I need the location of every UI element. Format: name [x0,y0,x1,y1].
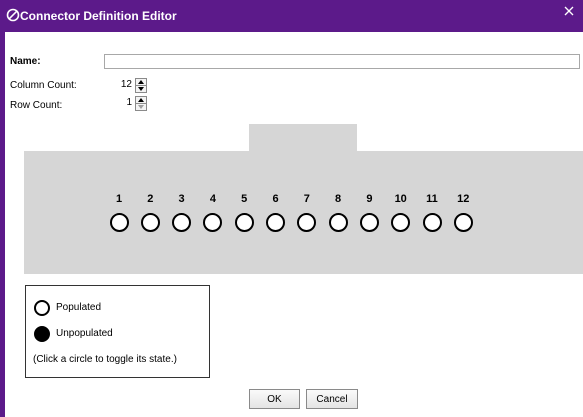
arrow-up-icon [138,80,144,84]
pin-circle[interactable] [328,213,348,232]
arrow-up-icon [138,98,144,102]
arrow-down-icon [138,105,144,109]
legend-box: Populated Unpopulated (Click a circle to… [25,285,210,378]
pin-circle[interactable] [140,213,160,232]
close-icon[interactable] [562,4,576,18]
pin-number-label: 6 [272,193,279,205]
arrow-down-icon [138,87,144,91]
row-count-spin-buttons [135,96,147,111]
pin-circle[interactable] [172,213,192,232]
column-count-decrement-button[interactable] [136,86,146,92]
legend-populated-label: Populated [56,302,102,313]
pin-number-label: 2 [147,193,154,205]
pin-number-label: 8 [335,193,342,205]
row-count-value[interactable]: 1 [104,95,134,111]
prohibited-circle-icon [6,8,20,22]
pin-number-label: 9 [366,193,373,205]
populated-circle-icon [34,300,50,316]
row-count-increment-button[interactable] [136,97,146,104]
row-count-decrement-button[interactable] [136,104,146,110]
pin-circle[interactable] [266,213,285,232]
pin-number-label: 12 [457,193,470,205]
pin-number-label: 11 [426,193,438,205]
pin-number-label: 5 [241,193,248,205]
pin-circle[interactable] [422,213,442,232]
window-left-border [0,32,5,417]
column-count-value[interactable]: 12 [104,77,134,93]
pin-circle[interactable] [453,213,473,232]
pin-circle[interactable] [359,213,379,232]
name-field[interactable] [104,54,580,69]
pin-circle[interactable] [109,213,129,232]
pin-number-label: 7 [303,193,310,205]
pin-number-label: 3 [178,193,185,205]
title-bar: Connector Definition Editor [0,0,583,32]
row-count-label: Row Count: [10,100,63,111]
legend-unpopulated-label: Unpopulated [56,328,113,339]
legend-instruction: (Click a circle to toggle its state.) [33,354,177,365]
ok-button[interactable]: OK [249,389,300,409]
row-count-stepper[interactable]: 1 [104,95,147,111]
connector-key-tab [249,124,357,152]
column-count-stepper[interactable]: 12 [104,77,147,93]
pin-number-label: 10 [394,193,407,205]
connector-definition-editor-window: Connector Definition Editor Name: Column… [0,0,583,417]
column-count-spin-buttons [135,78,147,93]
column-count-increment-button[interactable] [136,79,146,86]
pin-number-label: 1 [115,193,123,205]
window-title: Connector Definition Editor [20,9,177,23]
column-count-label: Column Count: [10,80,77,91]
name-label: Name: [10,56,41,67]
pin-number-label: 4 [209,193,216,205]
unpopulated-circle-icon [34,326,50,342]
pin-circle[interactable] [234,213,254,232]
cancel-button[interactable]: Cancel [306,389,358,409]
